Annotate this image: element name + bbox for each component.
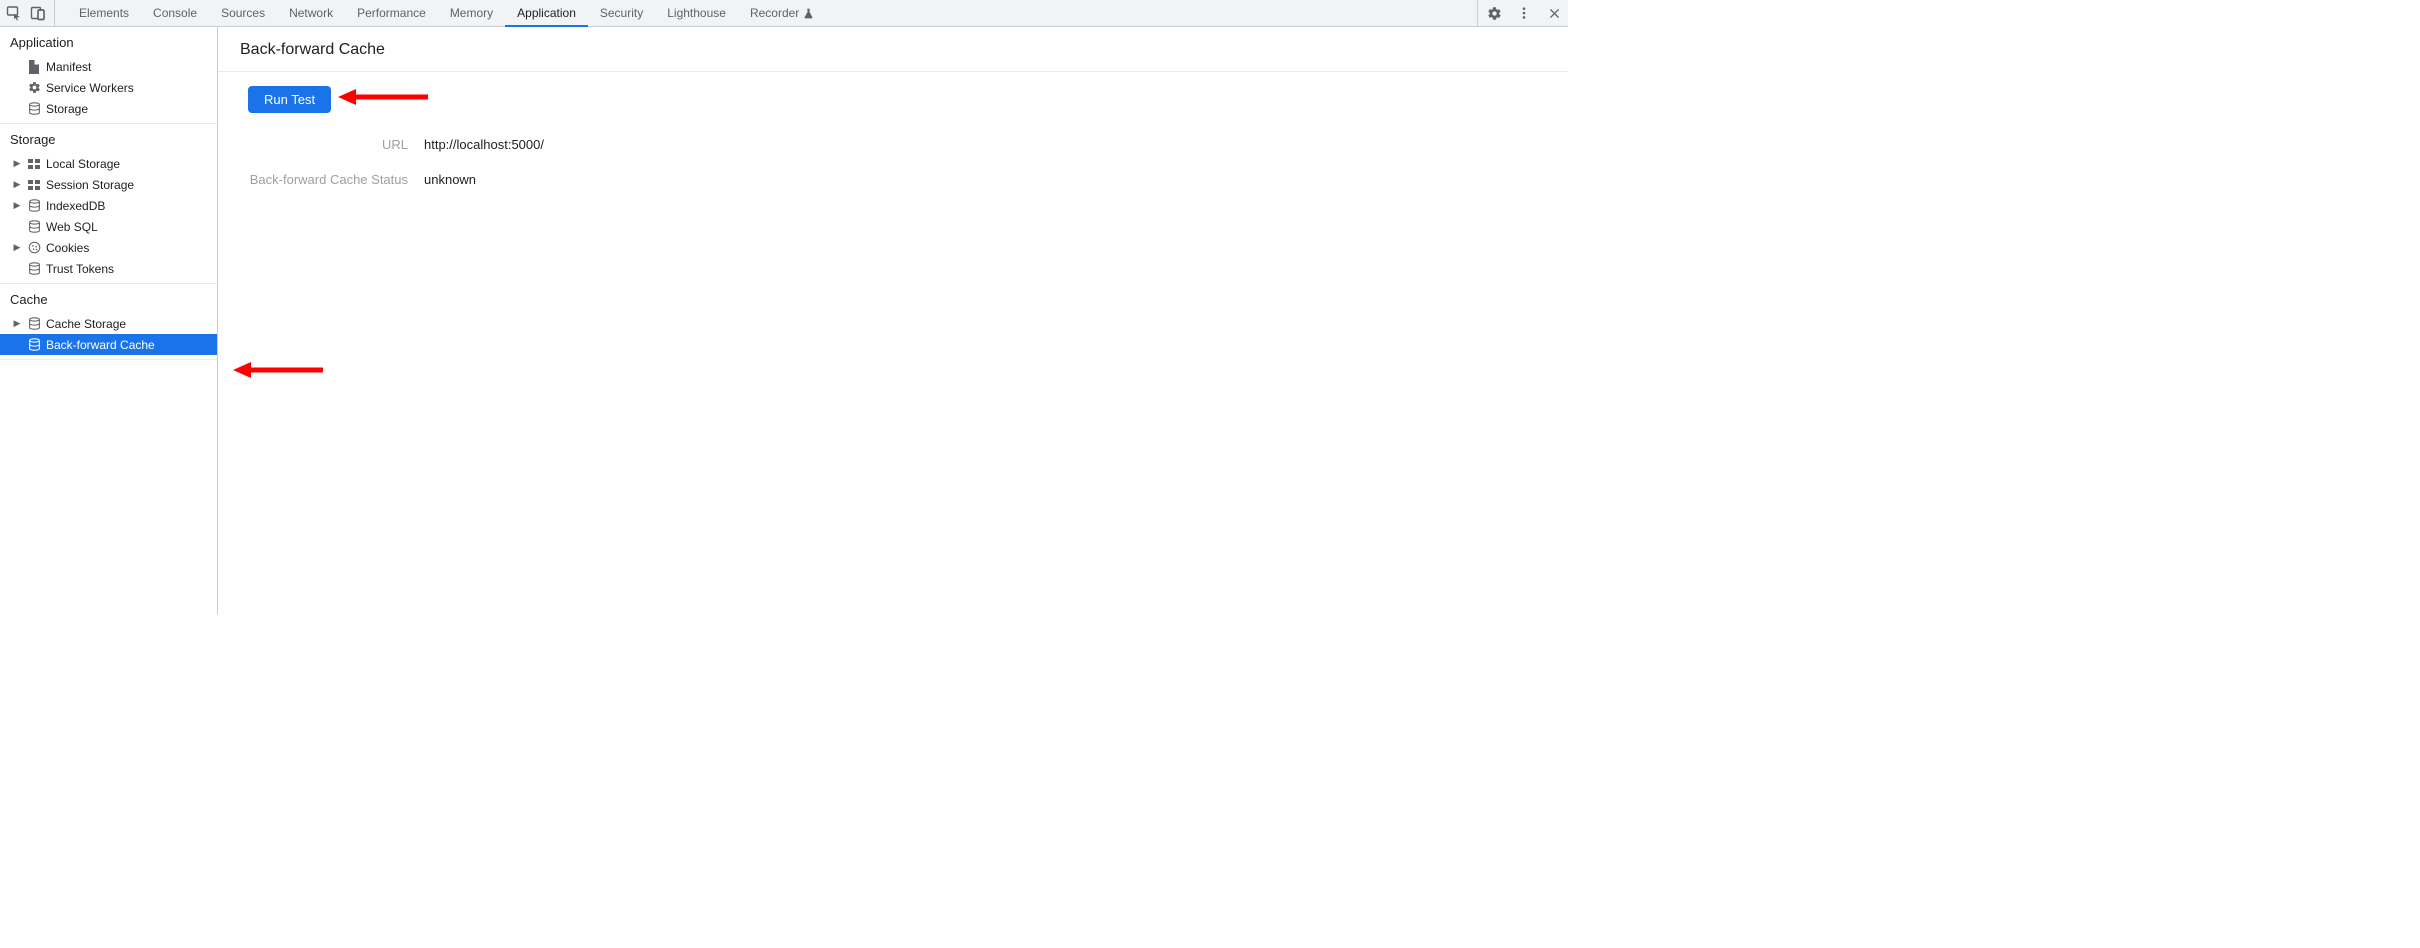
kebab-menu-icon[interactable] — [1516, 5, 1532, 21]
row-label-url: URL — [248, 137, 408, 152]
tab-security[interactable]: Security — [588, 0, 655, 26]
annotation-arrow — [338, 87, 428, 107]
sidebar-item-local-storage[interactable]: ▶ Local Storage — [0, 153, 217, 174]
sidebar-section-application: Application Manifest Service Workers — [0, 27, 217, 124]
tab-application[interactable]: Application — [505, 0, 588, 26]
section-title-cache: Cache — [0, 284, 217, 313]
database-icon — [26, 102, 42, 115]
row-label-bfcache-status: Back-forward Cache Status — [248, 172, 408, 187]
section-title-storage: Storage — [0, 124, 217, 153]
tab-sources[interactable]: Sources — [209, 0, 277, 26]
tab-network[interactable]: Network — [277, 0, 345, 26]
status-grid: URL http://localhost:5000/ Back-forward … — [248, 137, 1568, 187]
close-icon[interactable] — [1546, 5, 1562, 21]
disclosure-triangle-icon[interactable]: ▶ — [12, 179, 22, 190]
tab-performance[interactable]: Performance — [345, 0, 438, 26]
sidebar-item-web-sql[interactable]: Web SQL — [0, 216, 217, 237]
sidebar-item-cache-storage[interactable]: ▶ Cache Storage — [0, 313, 217, 334]
page-title: Back-forward Cache — [218, 27, 1568, 72]
sidebar-item-service-workers[interactable]: Service Workers — [0, 77, 217, 98]
devtools-tabstrip: Elements Console Sources Network Perform… — [0, 0, 1568, 27]
tree-item-label: Back-forward Cache — [46, 338, 155, 352]
tab-elements[interactable]: Elements — [67, 0, 141, 26]
run-test-button[interactable]: Run Test — [248, 86, 331, 113]
cookie-icon — [26, 241, 42, 254]
tree-item-label: Web SQL — [46, 220, 98, 234]
tree-item-label: Storage — [46, 102, 88, 116]
tab-memory[interactable]: Memory — [438, 0, 505, 26]
tabstrip-right-icons — [1477, 0, 1562, 26]
database-icon — [26, 220, 42, 233]
tree-item-label: Trust Tokens — [46, 262, 114, 276]
settings-gear-icon[interactable] — [1486, 5, 1502, 21]
sidebar-item-session-storage[interactable]: ▶ Session Storage — [0, 174, 217, 195]
section-title-application: Application — [0, 27, 217, 56]
database-icon — [26, 338, 42, 351]
tree-item-label: Service Workers — [46, 81, 134, 95]
main-panel: Back-forward Cache Run Test URL http://l… — [218, 27, 1568, 614]
disclosure-triangle-icon[interactable]: ▶ — [12, 242, 22, 253]
annotation-arrow — [233, 360, 323, 380]
sidebar-item-cookies[interactable]: ▶ Cookies — [0, 237, 217, 258]
sidebar-item-back-forward-cache[interactable]: Back-forward Cache — [0, 334, 217, 355]
row-value-bfcache-status: unknown — [424, 172, 1568, 187]
device-toggle-icon[interactable] — [30, 5, 46, 21]
tabstrip-left-icons — [6, 0, 55, 26]
row-value-url: http://localhost:5000/ — [424, 137, 1568, 152]
file-icon — [26, 60, 42, 74]
gear-icon — [26, 81, 42, 94]
tree-item-label: Session Storage — [46, 178, 134, 192]
tab-console[interactable]: Console — [141, 0, 209, 26]
flask-icon — [803, 8, 814, 19]
tree-item-label: Manifest — [46, 60, 91, 74]
database-icon — [26, 317, 42, 330]
grid-icon — [26, 159, 42, 169]
disclosure-triangle-icon[interactable]: ▶ — [12, 158, 22, 169]
database-icon — [26, 199, 42, 212]
tab-recorder[interactable]: Recorder — [738, 0, 826, 26]
inspect-icon[interactable] — [6, 5, 22, 21]
tree-item-label: Local Storage — [46, 157, 120, 171]
disclosure-triangle-icon[interactable]: ▶ — [12, 318, 22, 329]
tab-lighthouse[interactable]: Lighthouse — [655, 0, 738, 26]
tree-item-label: Cache Storage — [46, 317, 126, 331]
application-sidebar: Application Manifest Service Workers — [0, 27, 218, 614]
tree-item-label: IndexedDB — [46, 199, 105, 213]
sidebar-section-cache: Cache ▶ Cache Storage Back-forward Cache — [0, 284, 217, 360]
grid-icon — [26, 180, 42, 190]
sidebar-item-indexeddb[interactable]: ▶ IndexedDB — [0, 195, 217, 216]
sidebar-item-storage[interactable]: Storage — [0, 98, 217, 119]
disclosure-triangle-icon[interactable]: ▶ — [12, 200, 22, 211]
sidebar-item-trust-tokens[interactable]: Trust Tokens — [0, 258, 217, 279]
database-icon — [26, 262, 42, 275]
panel-tabs: Elements Console Sources Network Perform… — [67, 0, 826, 26]
sidebar-item-manifest[interactable]: Manifest — [0, 56, 217, 77]
tree-item-label: Cookies — [46, 241, 89, 255]
sidebar-section-storage: Storage ▶ Local Storage ▶ Session Storag… — [0, 124, 217, 284]
